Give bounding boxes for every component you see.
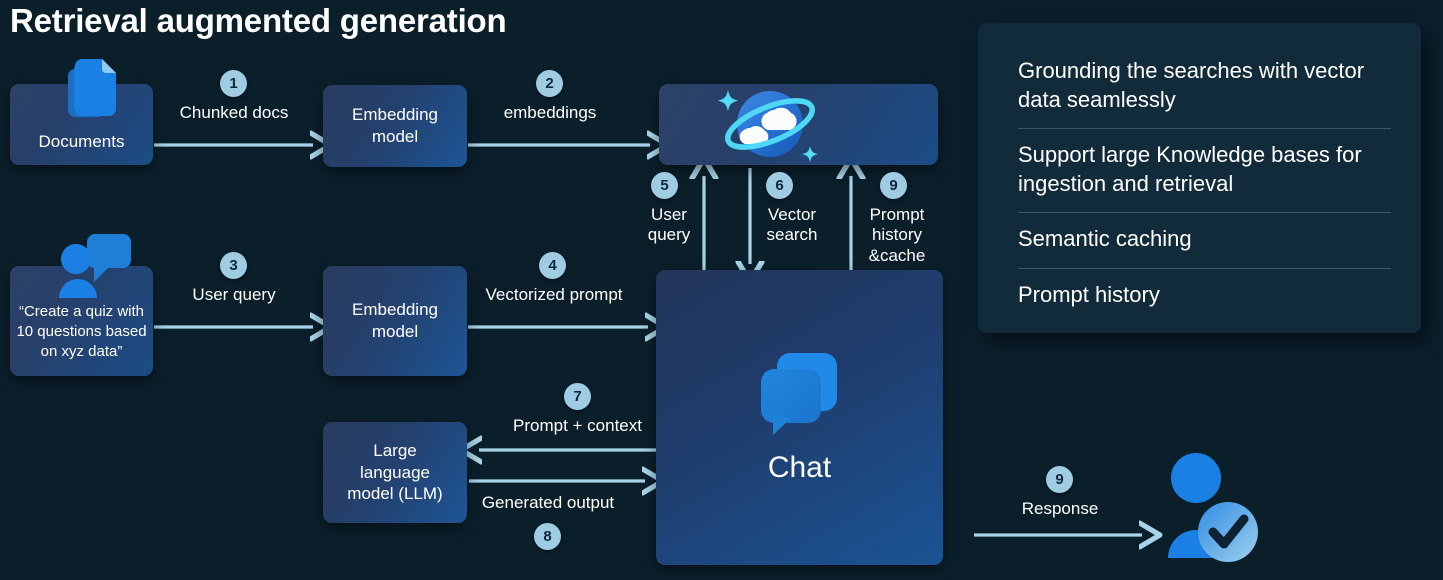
user-prompt-label: “Create a quiz with 10 questions based o… xyxy=(16,302,147,361)
benefits-item-2: Semantic caching xyxy=(1018,212,1391,268)
edge-label-vector-search-line2: search xyxy=(766,225,818,245)
edge-label-chunked-docs: Chunked docs xyxy=(179,103,289,122)
step-badge-5: 5 xyxy=(651,172,678,199)
response-user-node[interactable] xyxy=(1150,450,1275,570)
benefits-item-3: Prompt history xyxy=(1018,267,1391,324)
edge-label-prompt-history-line1: Prompt xyxy=(869,205,925,224)
edge-label-prompt-history-cache: Prompt history &cache xyxy=(860,205,934,266)
user-verified-icon xyxy=(1168,453,1258,562)
step-badge-2: 2 xyxy=(536,70,563,97)
embedding-model-top-node[interactable]: Embedding model xyxy=(323,85,467,167)
edge-label-prompt-context: Prompt + context xyxy=(513,416,642,435)
documents-icon xyxy=(68,59,116,117)
chat-node[interactable]: Chat xyxy=(656,270,943,565)
edge-label-prompt-history-line2: history xyxy=(871,225,923,245)
edge-label-prompt-history-line3: &cache xyxy=(868,245,926,265)
edge-label-user-query-up-line2: query xyxy=(647,225,691,245)
step-badge-8: 8 xyxy=(534,523,561,550)
benefits-panel: Grounding the searches with vector data … xyxy=(978,23,1421,333)
edge-label-vectorized-prompt: Vectorized prompt xyxy=(485,285,623,304)
cosmos-db-planet-icon xyxy=(717,90,818,163)
step-badge-1: 1 xyxy=(220,70,247,97)
cosmos-db-node[interactable] xyxy=(659,84,938,165)
user-prompt-node[interactable]: “Create a quiz with 10 questions based o… xyxy=(10,234,153,376)
llm-line2: language xyxy=(360,462,430,482)
llm-node[interactable]: Large language model (LLM) xyxy=(323,422,467,523)
step-badge-3: 3 xyxy=(220,252,247,279)
edge-label-response: Response xyxy=(1021,499,1099,518)
embedding-model-bottom-line1: Embedding xyxy=(351,300,438,320)
step-badge-6: 6 xyxy=(766,172,793,199)
edge-label-vector-search: Vector search xyxy=(757,205,827,246)
documents-node[interactable]: Documents xyxy=(10,59,153,165)
step-badge-4: 4 xyxy=(539,252,566,279)
llm-line3: model (LLM) xyxy=(347,484,443,504)
chat-bubbles-icon xyxy=(760,353,837,436)
user-chat-icon xyxy=(59,234,131,298)
edge-label-generated-output: Generated output xyxy=(481,493,615,512)
embedding-model-top-line1: Embedding xyxy=(351,105,438,125)
embedding-model-top-line2: model xyxy=(371,127,419,146)
embedding-model-bottom-line2: model xyxy=(371,322,419,341)
edge-label-user-query-in: User query xyxy=(192,285,276,304)
benefits-item-1: Support large Knowledge bases for ingest… xyxy=(1018,128,1391,212)
llm-line1: Large xyxy=(373,440,417,460)
step-badge-7: 7 xyxy=(564,383,591,410)
benefits-item-0: Grounding the searches with vector data … xyxy=(1018,58,1365,112)
embedding-model-bottom-node[interactable]: Embedding model xyxy=(323,266,467,376)
edge-label-vector-search-line1: Vector xyxy=(767,205,817,224)
edge-label-user-query-up: User query xyxy=(640,205,698,246)
edge-label-embeddings: embeddings xyxy=(503,103,597,122)
page-title: Retrieval augmented generation xyxy=(10,2,507,39)
step-badge-9-response: 9 xyxy=(1046,466,1073,493)
edge-label-user-query-up-line1: User xyxy=(651,205,687,224)
chat-label: Chat xyxy=(767,451,832,485)
step-badge-9-history: 9 xyxy=(880,172,907,199)
